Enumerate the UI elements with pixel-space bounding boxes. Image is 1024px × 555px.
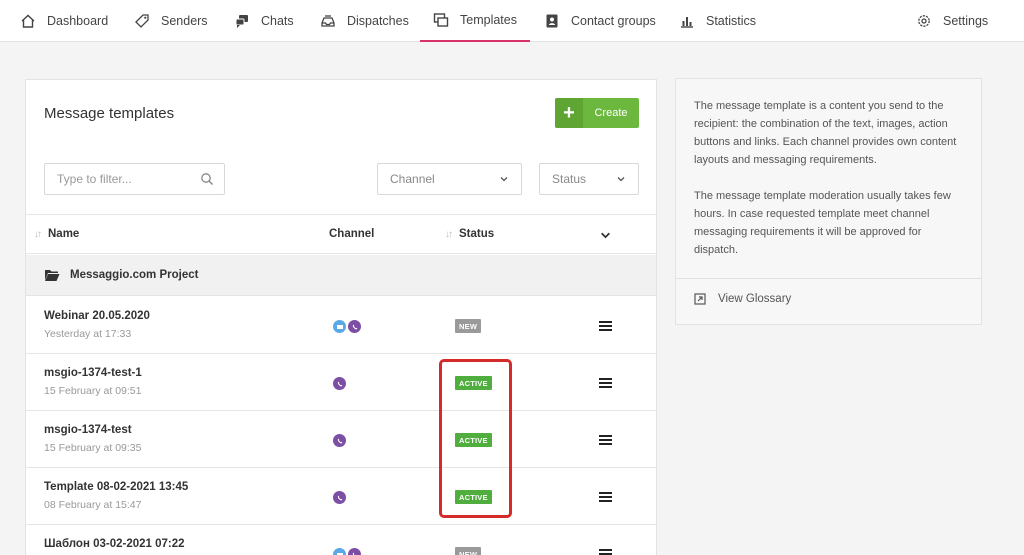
nav-label: Statistics bbox=[706, 14, 757, 28]
channel-icons bbox=[333, 320, 361, 333]
home-icon bbox=[21, 14, 35, 28]
column-label: Name bbox=[48, 228, 80, 240]
channel-icons bbox=[333, 434, 346, 447]
bar-chart-icon bbox=[681, 17, 693, 28]
status-badge: ACTIVE bbox=[455, 376, 492, 390]
nav-label: Contact groups bbox=[571, 14, 656, 28]
plus-icon: + bbox=[555, 98, 583, 128]
template-date: Yesterday at 17:33 bbox=[44, 328, 132, 340]
status-badge: ACTIVE bbox=[455, 490, 492, 504]
sms-channel-icon bbox=[333, 548, 346, 555]
divider bbox=[676, 278, 981, 279]
gear-icon bbox=[918, 15, 930, 27]
nav-senders[interactable]: Senders bbox=[134, 0, 208, 42]
row-menu-icon[interactable] bbox=[599, 376, 612, 388]
project-group-row[interactable]: Messaggio.com Project bbox=[26, 255, 656, 296]
channel-icons bbox=[333, 491, 346, 504]
chevron-down-icon bbox=[500, 177, 508, 182]
viber-channel-icon bbox=[348, 548, 361, 555]
status-select[interactable]: Status bbox=[539, 163, 639, 195]
channel-select-value: Channel bbox=[390, 172, 435, 186]
template-name[interactable]: Webinar 20.05.2020 bbox=[44, 310, 150, 322]
address-book-icon bbox=[546, 14, 558, 28]
chat-bubbles-icon bbox=[235, 15, 248, 28]
column-label: Channel bbox=[329, 228, 375, 240]
folder-icon bbox=[45, 270, 60, 281]
table-row[interactable]: Шаблон 03-02-2021 07:22 NEW bbox=[26, 525, 656, 555]
template-name[interactable]: Шаблон 03-02-2021 07:22 bbox=[44, 538, 185, 550]
nav-settings[interactable]: Settings bbox=[916, 0, 988, 42]
nav-statistics[interactable]: Statistics bbox=[679, 0, 756, 42]
status-badge: NEW bbox=[455, 547, 482, 555]
filter-input[interactable] bbox=[44, 163, 225, 195]
nav-dashboard[interactable]: Dashboard bbox=[20, 0, 108, 42]
search-icon bbox=[201, 173, 213, 185]
top-navigation: Dashboard Senders Chats Dispatches Templ… bbox=[0, 0, 1024, 42]
table-row[interactable]: msgio-1374-test-1 15 February at 09:51 ACT… bbox=[26, 354, 656, 411]
group-name: Messaggio.com Project bbox=[70, 269, 199, 281]
tag-icon bbox=[135, 14, 149, 28]
template-name[interactable]: msgio-1374-test bbox=[44, 424, 132, 436]
sms-channel-icon bbox=[333, 320, 346, 333]
template-date: 08 February at 15:47 bbox=[44, 499, 142, 511]
row-menu-icon[interactable] bbox=[599, 433, 612, 445]
chevron-down-icon bbox=[617, 177, 625, 182]
table-row[interactable]: Webinar 20.05.2020 Yesterday at 17:33 NEW bbox=[26, 297, 656, 354]
nav-label: Chats bbox=[261, 14, 294, 28]
nav-label: Senders bbox=[161, 14, 208, 28]
table-row[interactable]: msgio-1374-test 15 February at 09:35 ACTIV… bbox=[26, 411, 656, 468]
external-link-icon bbox=[694, 293, 706, 305]
channel-icons bbox=[333, 377, 346, 390]
sort-icon: ↓↑ bbox=[34, 228, 42, 240]
row-menu-icon[interactable] bbox=[599, 319, 612, 331]
nav-dispatches[interactable]: Dispatches bbox=[320, 0, 409, 42]
viber-channel-icon bbox=[333, 434, 346, 447]
page-title: Message templates bbox=[44, 105, 175, 122]
template-date: 15 February at 09:35 bbox=[44, 442, 142, 454]
row-menu-icon[interactable] bbox=[599, 547, 612, 555]
channel-select[interactable]: Channel bbox=[377, 163, 522, 195]
table-header: ↓↑ Name Channel ↓↑ Status bbox=[26, 214, 656, 254]
view-glossary-link[interactable]: View Glossary bbox=[694, 293, 791, 305]
create-button[interactable]: + Create bbox=[555, 98, 639, 128]
column-status-header[interactable]: ↓↑ Status bbox=[445, 228, 494, 240]
info-panel: The message template is a content you se… bbox=[675, 78, 982, 325]
nav-settings-label: Settings bbox=[943, 14, 989, 28]
channel-icons bbox=[333, 548, 361, 555]
viber-channel-icon bbox=[348, 320, 361, 333]
row-menu-icon[interactable] bbox=[599, 490, 612, 502]
chevron-down-icon[interactable] bbox=[600, 230, 611, 241]
status-badge: ACTIVE bbox=[455, 433, 492, 447]
info-paragraph: The message template moderation usually … bbox=[694, 190, 951, 256]
status-select-value: Status bbox=[552, 172, 587, 186]
status-badge: NEW bbox=[455, 319, 482, 333]
template-date: 15 February at 09:51 bbox=[44, 385, 142, 397]
nav-label: Templates bbox=[460, 13, 517, 27]
table-row[interactable]: Template 08-02-2021 13:45 08 February at … bbox=[26, 468, 656, 525]
viber-channel-icon bbox=[333, 491, 346, 504]
nav-contact-groups[interactable]: Contact groups bbox=[544, 0, 656, 42]
template-icon bbox=[433, 13, 449, 27]
create-button-label: Create bbox=[594, 107, 628, 119]
viber-channel-icon bbox=[333, 377, 346, 390]
nav-templates[interactable]: Templates bbox=[420, 0, 530, 42]
template-name[interactable]: Template 08-02-2021 13:45 bbox=[44, 481, 188, 493]
glossary-label: View Glossary bbox=[718, 293, 792, 305]
inbox-tray-icon bbox=[321, 15, 335, 27]
column-name-header[interactable]: ↓↑ Name bbox=[34, 228, 79, 240]
sort-icon: ↓↑ bbox=[445, 228, 453, 240]
column-label: Status bbox=[459, 228, 495, 240]
nav-label: Dashboard bbox=[47, 14, 109, 28]
templates-card: Message templates + Create Channel Statu… bbox=[25, 79, 657, 555]
info-paragraph: The message template is a content you se… bbox=[694, 100, 957, 166]
nav-chats[interactable]: Chats bbox=[234, 0, 294, 42]
nav-label: Dispatches bbox=[347, 14, 409, 28]
template-name[interactable]: msgio-1374-test-1 bbox=[44, 367, 142, 379]
column-channel-header: Channel bbox=[329, 228, 374, 240]
